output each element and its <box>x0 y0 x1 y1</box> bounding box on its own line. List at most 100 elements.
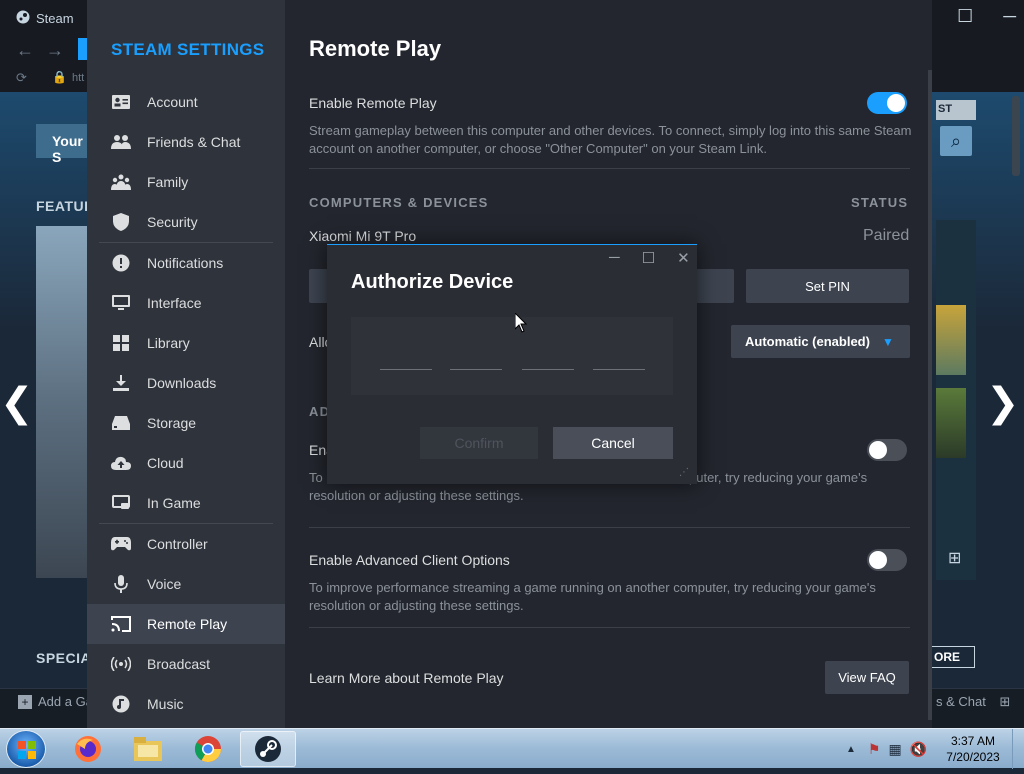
plus-icon: + <box>18 695 32 709</box>
sidebar-item-controller[interactable]: Controller <box>99 524 285 564</box>
sidebar-item-storage[interactable]: Storage <box>99 403 285 443</box>
sidebar-item-security[interactable]: Security <box>99 202 285 242</box>
taskbar-steam[interactable] <box>240 731 296 767</box>
sidebar-item-notifications[interactable]: Notifications <box>99 243 285 283</box>
show-desktop-button[interactable] <box>1012 729 1024 769</box>
toggle-knob <box>869 551 887 569</box>
action-center-icon[interactable]: ⚑ <box>868 741 881 758</box>
clock-date: 7/20/2023 <box>946 750 1000 764</box>
windows-platform-icon: ⊞ <box>948 550 962 567</box>
advanced-host-toggle[interactable] <box>867 439 907 461</box>
network-icon[interactable]: ▦ <box>888 741 901 758</box>
taskbar-clock[interactable]: 3:37 AM 7/20/2023 <box>940 733 1006 765</box>
store-nav-partial[interactable] <box>78 38 87 60</box>
settings-scrollbar[interactable] <box>928 70 932 720</box>
volume-muted-icon[interactable]: 🔇 <box>910 741 927 758</box>
section-divider <box>309 527 910 528</box>
minimize-icon[interactable]: ─ <box>1003 6 1016 27</box>
wishlist-button[interactable]: ST <box>936 100 976 120</box>
advanced-client-label: Enable Advanced Client Options <box>309 552 510 568</box>
notifications-icon <box>111 253 131 273</box>
view-faq-button[interactable]: View FAQ <box>825 661 909 694</box>
pin-digit-1[interactable] <box>380 369 432 370</box>
windows-logo-icon <box>18 741 36 759</box>
authorize-device-dialog: ─ ☐ ✕ Authorize Device Confirm Cancel ⋰ <box>327 244 697 484</box>
mouse-cursor-icon <box>514 311 528 338</box>
dialog-title: Authorize Device <box>351 271 514 293</box>
windows-taskbar: ▲ ⚑ ▦ 🔇 3:37 AM 7/20/2023 <box>0 728 1024 769</box>
sidebar-item-friends-chat[interactable]: Friends & Chat <box>99 122 285 162</box>
allow-setting-dropdown[interactable]: Automatic (enabled) ▼ <box>731 325 910 358</box>
clock-time: 3:37 AM <box>950 734 996 748</box>
broadcast-icon <box>111 654 131 674</box>
pin-digit-3[interactable] <box>522 369 574 370</box>
cancel-button[interactable]: Cancel <box>553 427 673 459</box>
close-icon[interactable]: ✕ <box>677 249 690 267</box>
sidebar-item-remote-play[interactable]: Remote Play <box>87 604 285 644</box>
sidebar-item-library[interactable]: Library <box>99 323 285 363</box>
microphone-icon <box>111 574 131 594</box>
advanced-client-toggle[interactable] <box>867 549 907 571</box>
show-hidden-icons-icon[interactable]: ▲ <box>846 744 856 755</box>
resize-grip-icon[interactable]: ⋰ <box>679 467 689 478</box>
forward-arrow-icon[interactable]: → <box>46 40 64 61</box>
sidebar-item-broadcast[interactable]: Broadcast <box>99 644 285 684</box>
minimize-icon[interactable]: ─ <box>609 249 620 267</box>
enable-remote-play-toggle[interactable] <box>867 92 907 114</box>
chevron-down-icon: ▼ <box>881 334 894 349</box>
sidebar-item-in-game[interactable]: In Game <box>99 483 285 523</box>
sidebar-item-voice[interactable]: Voice <box>99 564 285 604</box>
reload-icon[interactable]: ⟳ <box>16 70 27 86</box>
monitor-icon <box>111 293 131 313</box>
learn-more-label: Learn More about Remote Play <box>309 670 504 686</box>
taskbar-firefox[interactable] <box>60 731 116 767</box>
browse-more-button[interactable]: ORE <box>930 646 975 668</box>
sidebar-item-cloud[interactable]: Cloud <box>99 443 285 483</box>
friends-icon <box>111 132 131 152</box>
sidebar-item-account[interactable]: Account <box>99 82 285 122</box>
page-title: Remote Play <box>309 36 442 61</box>
carousel-prev-icon[interactable]: ❮ <box>0 380 34 426</box>
device-status: Paired <box>863 227 910 244</box>
carousel-next-icon[interactable]: ❯ <box>986 380 1020 426</box>
download-icon <box>111 373 131 393</box>
featured-image[interactable] <box>36 226 88 578</box>
maximize-icon[interactable]: ☐ <box>957 6 973 27</box>
devices-section-header: COMPUTERS & DEVICES <box>309 195 489 210</box>
featured-thumb-1[interactable] <box>936 305 966 375</box>
sidebar-item-music[interactable]: Music <box>99 684 285 724</box>
advanced-host-desc-tail: puter, try reducing your game's <box>689 470 868 485</box>
advanced-host-desc-start: To <box>309 470 323 485</box>
enable-remote-play-description: Stream gameplay between this computer an… <box>309 123 912 156</box>
taskbar-file-explorer[interactable] <box>120 731 176 767</box>
settings-sidebar: STEAM SETTINGS Account Friends & Chat Fa… <box>87 0 285 728</box>
sidebar-item-interface[interactable]: Interface <box>99 283 285 323</box>
featured-thumb-2[interactable] <box>936 388 966 458</box>
pin-digit-4[interactable] <box>593 369 645 370</box>
store-scrollbar[interactable] <box>1012 96 1020 176</box>
maximize-icon[interactable]: ☐ <box>642 249 655 267</box>
sidebar-item-family[interactable]: Family <box>99 162 285 202</box>
search-icon[interactable]: ⌕ <box>940 126 972 156</box>
section-divider <box>309 168 910 169</box>
pin-entry-box[interactable] <box>351 317 673 395</box>
start-button[interactable] <box>6 730 46 768</box>
taskbar-chrome[interactable] <box>180 731 236 767</box>
chrome-icon <box>194 736 222 763</box>
device-name: Xiaomi Mi 9T Pro <box>309 228 417 244</box>
friends-chat-button[interactable]: s & Chat ⊞ <box>936 694 1010 710</box>
pin-digit-2[interactable] <box>450 369 502 370</box>
toggle-knob <box>869 441 887 459</box>
section-divider <box>309 627 910 628</box>
cast-icon <box>111 614 131 634</box>
lock-icon: 🔒 <box>52 70 67 84</box>
set-pin-button[interactable]: Set PIN <box>746 269 909 303</box>
storage-drive-icon <box>111 413 131 433</box>
advanced-client-description: To improve performance streaming a game … <box>309 580 876 613</box>
confirm-button[interactable]: Confirm <box>420 427 538 459</box>
featured-heading: FEATUR <box>36 198 95 214</box>
back-arrow-icon[interactable]: ← <box>16 40 34 61</box>
sidebar-item-downloads[interactable]: Downloads <box>99 363 285 403</box>
add-game-button[interactable]: + Add a Ga <box>18 694 93 709</box>
settings-title: STEAM SETTINGS <box>111 40 265 59</box>
